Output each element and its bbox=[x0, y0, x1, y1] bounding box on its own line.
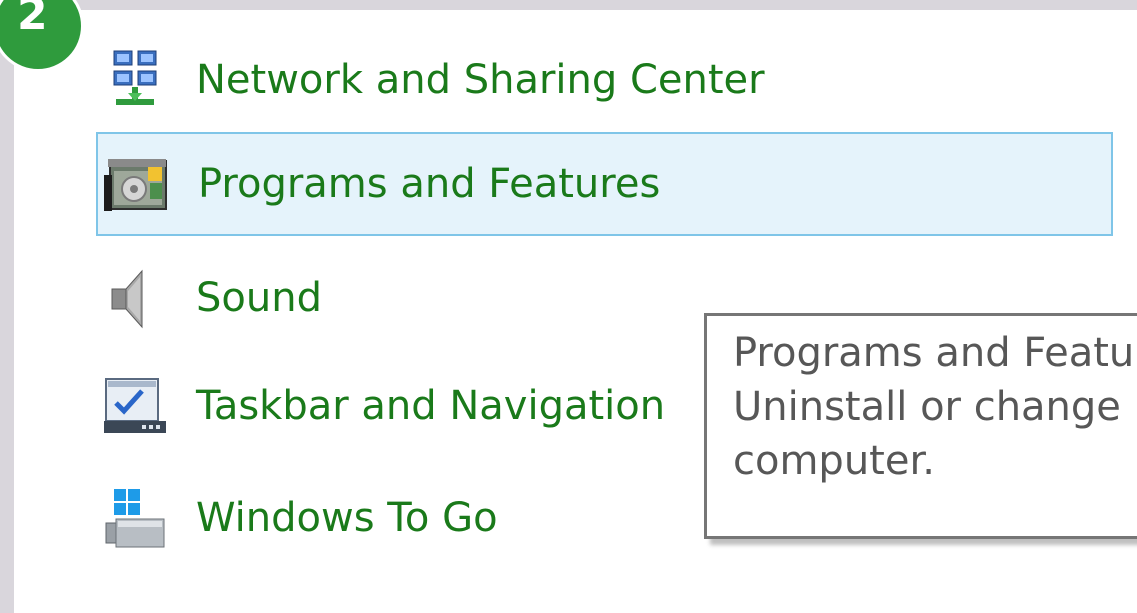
windows-to-go-icon bbox=[102, 485, 168, 551]
window-top-edge bbox=[0, 0, 1137, 10]
item-label: Programs and Features bbox=[198, 161, 661, 207]
network-icon bbox=[102, 47, 168, 113]
item-programs-and-features[interactable]: Programs and Features bbox=[96, 132, 1113, 236]
tooltip-title: Programs and Features bbox=[733, 330, 1137, 376]
item-label: Taskbar and Navigation bbox=[196, 383, 666, 429]
programs-icon bbox=[104, 151, 170, 217]
item-label: Sound bbox=[196, 275, 322, 321]
item-network-and-sharing-center[interactable]: Network and Sharing Center bbox=[96, 28, 1113, 132]
item-tooltip: Programs and Features Uninstall or chang… bbox=[704, 313, 1137, 539]
item-label: Network and Sharing Center bbox=[196, 57, 765, 103]
tooltip-description: Uninstall or change programs on your bbox=[733, 384, 1137, 430]
tooltip-description-continued: computer. bbox=[733, 438, 935, 484]
speaker-icon bbox=[102, 265, 168, 331]
step-number: 2 bbox=[17, 0, 48, 40]
taskbar-icon bbox=[102, 373, 168, 439]
item-label: Windows To Go bbox=[196, 495, 498, 541]
window-left-edge bbox=[0, 0, 14, 613]
step-number-badge: 2 bbox=[0, 0, 84, 72]
